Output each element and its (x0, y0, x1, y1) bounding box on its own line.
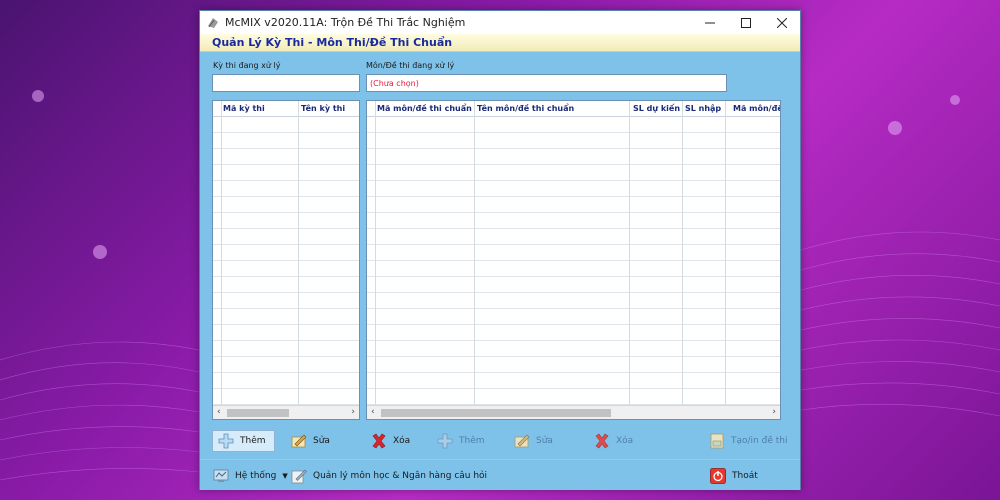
exam-delete-button[interactable]: Xóa (370, 430, 410, 452)
exam-delete-label: Xóa (393, 436, 411, 446)
app-logo-icon (208, 17, 218, 28)
minimize-icon (705, 22, 715, 23)
title-bar[interactable]: McMIX v2020.11A: Trộn Đề Thi Trắc Nghiệm (200, 11, 800, 34)
scroll-thumb[interactable] (227, 409, 289, 417)
system-icon (212, 467, 230, 485)
create-print-exam-button[interactable]: Tạo/in đề thi (708, 430, 787, 452)
window-title: McMIX v2020.11A: Trộn Đề Thi Trắc Nghiệm (225, 16, 466, 29)
maximize-icon (741, 17, 751, 28)
exam-label: Kỳ thi đang xử lý (213, 61, 281, 70)
minimize-button[interactable] (692, 11, 728, 34)
close-button[interactable] (764, 11, 800, 34)
subject-edit-button[interactable]: Sửa (513, 430, 553, 452)
subject-edit-label: Sửa (536, 436, 553, 446)
chevron-down-icon: ▼ (282, 472, 288, 480)
column-header-subject-name[interactable]: Tên môn/đề thi chuẩn (477, 104, 574, 113)
exam-add-button[interactable]: Thêm (212, 430, 275, 452)
subject-add-label: Thêm (459, 436, 485, 446)
exam-edit-label: Sửa (313, 436, 330, 446)
power-icon (709, 467, 727, 485)
subject-label: Môn/Đề thi đang xử lý (366, 61, 455, 70)
subject-delete-label: Xóa (616, 436, 634, 446)
subject-table-hscrollbar[interactable]: ‹ › (367, 405, 780, 419)
system-menu-button[interactable]: Hệ thống ▼ (212, 465, 288, 487)
delete-icon (370, 432, 388, 450)
exit-button[interactable]: Thoát (709, 465, 758, 487)
exam-table-hscrollbar[interactable]: ‹ › (213, 405, 359, 419)
scroll-right-icon[interactable]: › (351, 407, 355, 417)
exam-edit-button[interactable]: Sửa (290, 430, 330, 452)
maximize-button[interactable] (728, 11, 764, 34)
subject-table-rows[interactable] (367, 117, 780, 405)
column-header-planned-count[interactable]: SL dự kiến (633, 104, 680, 113)
column-header-exam-code[interactable]: Mã kỳ thi (223, 104, 265, 113)
exam-field[interactable] (212, 74, 360, 92)
exam-table-header: Mã kỳ thi Tên kỳ thi (213, 101, 359, 117)
column-header-exam-name[interactable]: Tên kỳ thi (301, 104, 345, 113)
exam-table[interactable]: Mã kỳ thi Tên kỳ thi ‹ › (212, 100, 360, 420)
exit-label: Thoát (732, 471, 758, 481)
subject-field[interactable]: (Chưa chọn) (366, 74, 727, 92)
manage-subjects-button[interactable]: Quản lý môn học & Ngân hàng câu hỏi (290, 465, 487, 487)
subject-table-header: Mã môn/đề thi chuẩn Tên môn/đề thi chuẩn… (367, 101, 780, 117)
delete-icon (593, 432, 611, 450)
add-icon (217, 432, 235, 450)
system-menu-label: Hệ thống (235, 471, 277, 481)
scroll-thumb[interactable] (381, 409, 611, 417)
toolbar-divider (200, 459, 800, 460)
section-title: Quản Lý Kỳ Thi - Môn Thi/Đề Thi Chuẩn (212, 36, 453, 49)
column-header-entered-count[interactable]: SL nhập (685, 104, 721, 113)
close-icon (777, 17, 787, 28)
column-header-subject-code[interactable]: Mã môn/đề thi chuẩn (377, 104, 472, 113)
scroll-right-icon[interactable]: › (772, 407, 776, 417)
manage-subjects-label: Quản lý môn học & Ngân hàng câu hỏi (313, 471, 488, 481)
subject-delete-button[interactable]: Xóa (593, 430, 633, 452)
question-bank-icon (290, 467, 308, 485)
column-header-subject-code-2[interactable]: Mã môn/đề (733, 104, 780, 113)
add-icon (436, 432, 454, 450)
app-window: McMIX v2020.11A: Trộn Đề Thi Trắc Nghiệm… (199, 10, 801, 490)
subject-table[interactable]: Mã môn/đề thi chuẩn Tên môn/đề thi chuẩn… (366, 100, 781, 420)
scroll-left-icon[interactable]: ‹ (371, 407, 375, 417)
edit-icon (290, 432, 308, 450)
print-icon (708, 432, 726, 450)
edit-icon (513, 432, 531, 450)
section-header: Quản Lý Kỳ Thi - Môn Thi/Đề Thi Chuẩn (200, 34, 800, 52)
create-print-exam-label: Tạo/in đề thi (731, 436, 788, 446)
scroll-left-icon[interactable]: ‹ (217, 407, 221, 417)
subject-add-button[interactable]: Thêm (436, 430, 485, 452)
exam-table-rows[interactable] (213, 117, 359, 405)
exam-add-label: Thêm (240, 436, 266, 446)
